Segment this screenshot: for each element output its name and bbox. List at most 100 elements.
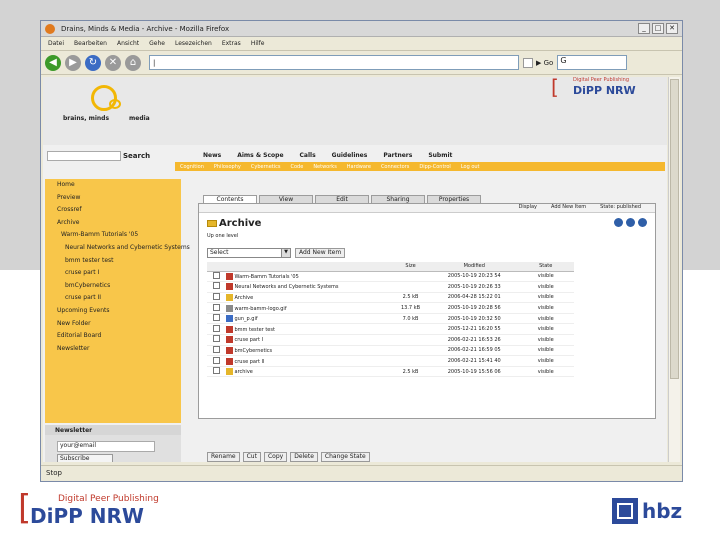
topnav-aims[interactable]: Aims & Scope (237, 152, 283, 159)
row-title[interactable]: gun_p.gif (225, 313, 390, 325)
display-menu[interactable]: Display (519, 204, 537, 212)
row-title-text[interactable]: cruse part II (235, 359, 265, 365)
row-checkbox[interactable] (212, 356, 220, 364)
menu-bearbeiten[interactable]: Bearbeiten (69, 40, 112, 47)
menu-hilfe[interactable]: Hilfe (246, 40, 270, 47)
subnav-item[interactable]: Cognition (180, 164, 204, 170)
up-one-level-link[interactable]: Up one level (207, 233, 238, 239)
row-title[interactable]: Archive (225, 292, 390, 304)
row-checkbox[interactable] (212, 335, 220, 343)
cut-button[interactable]: Cut (242, 452, 261, 462)
rename-button[interactable]: Rename (207, 452, 240, 462)
subnav-item[interactable]: Dipp-Control (419, 164, 450, 170)
col-size[interactable]: Size (389, 262, 432, 272)
row-title-text[interactable]: Archive (235, 295, 254, 301)
close-button[interactable]: ✕ (666, 23, 678, 34)
add-new-item-button[interactable]: Add New Item (295, 248, 346, 258)
row-title-text[interactable]: Warm-Bamm Tutorials '05 (235, 274, 299, 280)
edit-icon[interactable] (614, 218, 623, 227)
stop-icon[interactable]: ✕ (105, 54, 121, 71)
sidebar-item-upcoming-events[interactable]: Upcoming Events (45, 305, 181, 318)
url-bar[interactable]: | (149, 55, 519, 70)
menu-datei[interactable]: Datei (43, 40, 69, 47)
row-checkbox[interactable] (212, 367, 220, 375)
go-button[interactable]: ▶ Go (536, 59, 553, 67)
reload-icon[interactable]: ↻ (85, 54, 101, 71)
select-dropdown[interactable]: Select ▼ (207, 248, 291, 258)
row-checkbox[interactable] (212, 271, 220, 279)
row-title[interactable]: bmCybernetics (225, 345, 390, 357)
menu-lesezeichen[interactable]: Lesezeichen (170, 40, 217, 47)
subnav-item[interactable]: Code (291, 164, 304, 170)
sidebar-item-neural-networks[interactable]: Neural Networks and Cybernetic Systems (45, 242, 190, 255)
topnav-submit[interactable]: Submit (428, 152, 452, 159)
delete-button[interactable]: Delete (290, 452, 318, 462)
sidebar-item-new-folder[interactable]: New Folder (45, 318, 181, 331)
sidebar-item-preview[interactable]: Preview (45, 192, 181, 205)
sidebar-item-editorial-board[interactable]: Editorial Board (45, 330, 181, 343)
table-row[interactable]: gun_p.gif 7.0 kB 2005-10-19 20:32 50 visibl… (207, 313, 574, 325)
back-arrow-icon[interactable]: ◀ (45, 54, 61, 71)
state-menu[interactable]: State: published (600, 204, 641, 212)
row-checkbox[interactable] (212, 324, 220, 332)
row-title[interactable]: Neural Networks and Cybernetic Systems (225, 281, 390, 293)
subnav-item[interactable]: Log out (461, 164, 480, 170)
topnav-guidelines[interactable]: Guidelines (332, 152, 368, 159)
row-title-text[interactable]: cruse part I (235, 337, 264, 343)
row-title[interactable]: cruse part I (225, 334, 390, 346)
row-checkbox[interactable] (212, 282, 220, 290)
row-checkbox[interactable] (212, 314, 220, 322)
row-title-text[interactable]: bmm tester test (235, 327, 275, 333)
row-title-text[interactable]: Neural Networks and Cybernetic Systems (235, 284, 339, 290)
change-state-button[interactable]: Change State (320, 452, 370, 462)
minimize-button[interactable]: _ (638, 23, 650, 34)
row-title-text[interactable]: bmCybernetics (235, 348, 273, 354)
bookmark-icon[interactable] (523, 57, 533, 68)
sidebar-item-home[interactable]: Home (45, 179, 181, 192)
row-title-text[interactable]: warm-bamm-logo.gif (235, 306, 287, 312)
topnav-calls[interactable]: Calls (300, 152, 316, 159)
table-row[interactable]: Archive 2.5 kB 2006-04-28 15:22 01 visible (207, 292, 574, 304)
sidebar-item-crossref[interactable]: Crossref (45, 204, 181, 217)
site-search-input[interactable] (47, 151, 121, 161)
newsletter-subscribe-button[interactable]: Subscribe (57, 454, 113, 462)
sidebar-item-archive[interactable]: Archive (45, 217, 181, 230)
sidebar-item-tutorials[interactable]: Warm-Bamm Tutorials '05 (45, 229, 181, 242)
copy-button[interactable]: Copy (263, 452, 288, 462)
table-row[interactable]: Warm-Bamm Tutorials '05 2005-10-19 20:23 … (207, 271, 574, 283)
subnav-item[interactable]: Cybernetics (251, 164, 281, 170)
table-row[interactable]: cruse part II 2006-02-21 15:41 40 visible (207, 355, 574, 367)
col-modified[interactable]: Modified (431, 262, 518, 272)
sidebar-item-newsletter[interactable]: Newsletter (45, 343, 181, 356)
row-checkbox[interactable] (212, 303, 220, 311)
row-title-text[interactable]: gun_p.gif (235, 316, 258, 322)
scrollbar-thumb[interactable] (670, 79, 679, 379)
newsletter-email-input[interactable]: your@email (57, 441, 155, 452)
site-search-button[interactable]: Search (123, 152, 150, 160)
row-title[interactable]: warm-bamm-logo.gif (225, 302, 390, 314)
sidebar-item-bmm-tester[interactable]: bmm tester test (45, 255, 181, 268)
menu-gehe[interactable]: Gehe (144, 40, 170, 47)
print-icon[interactable] (638, 218, 647, 227)
table-row[interactable]: Neural Networks and Cybernetic Systems 20… (207, 281, 574, 293)
menu-ansicht[interactable]: Ansicht (112, 40, 144, 47)
subnav-item[interactable]: Connectors (381, 164, 409, 170)
menu-extras[interactable]: Extras (217, 40, 246, 47)
mail-icon[interactable] (626, 218, 635, 227)
row-title[interactable]: bmm tester test (225, 323, 390, 336)
table-row[interactable]: archive 2.5 kB 2005-10-19 15:56 06 visible (207, 366, 574, 378)
table-row[interactable]: warm-bamm-logo.gif 13.7 kB 2005-10-19 20:2… (207, 302, 574, 314)
table-row[interactable]: bmCybernetics 2006-02-21 16:59 05 visible (207, 345, 574, 357)
row-title[interactable]: archive (225, 366, 390, 378)
home-icon[interactable]: ⌂ (125, 54, 141, 71)
table-row[interactable]: cruse part I 2006-02-21 16:53 26 visible (207, 334, 574, 346)
browser-search-input[interactable]: G (557, 55, 628, 70)
sidebar-item-cruse-part-1[interactable]: cruse part I (45, 267, 181, 280)
maximize-button[interactable]: □ (652, 23, 664, 34)
subnav-item[interactable]: Networks (313, 164, 336, 170)
row-checkbox[interactable] (212, 345, 220, 353)
table-row[interactable]: bmm tester test 2005-12-21 16:20 55 visibl… (207, 323, 574, 336)
sidebar-item-bmcybernetics[interactable]: bmCybernetics (45, 280, 181, 293)
col-state[interactable]: State (517, 262, 574, 272)
subnav-item[interactable]: Philosophy (214, 164, 241, 170)
